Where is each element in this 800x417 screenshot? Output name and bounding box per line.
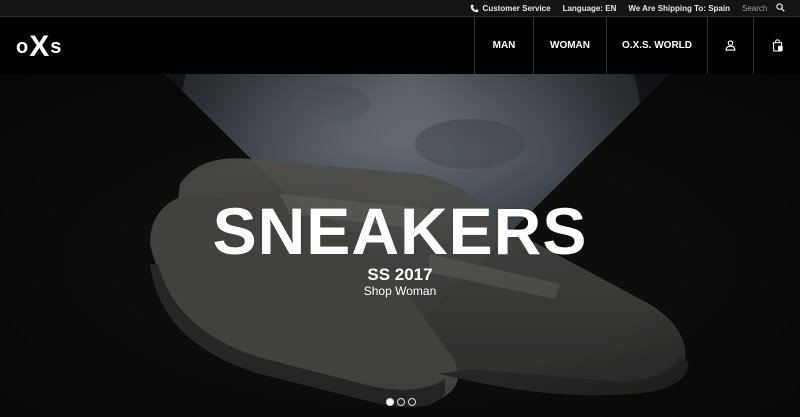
phone-icon (470, 4, 478, 12)
carousel-dot-3[interactable] (408, 398, 416, 406)
account-button[interactable] (707, 17, 753, 74)
hero-subtitle: SS 2017 (367, 265, 433, 284)
hero-banner[interactable]: SNEAKERS SS 2017 Shop Woman (0, 74, 800, 417)
hero-title: SNEAKERS (212, 194, 588, 268)
nav-item-woman[interactable]: WOMAN (533, 17, 606, 74)
search-input[interactable] (742, 3, 770, 13)
carousel-dot-2[interactable] (397, 398, 405, 406)
customer-service-link[interactable]: Customer Service (470, 4, 551, 13)
main-nav: MAN WOMAN O.X.S. WORLD (474, 17, 800, 74)
language-selector[interactable]: Language: EN (563, 4, 617, 13)
carousel-dots (386, 398, 419, 406)
shop-woman-link[interactable]: Shop Woman (345, 284, 455, 298)
utility-bar: Customer Service Language: EN We Are Shi… (0, 0, 800, 17)
logo[interactable]: o X s (16, 30, 62, 63)
main-header: o X s MAN WOMAN O.X.S. WORLD (0, 17, 800, 74)
logo-letter-o: o (16, 36, 29, 58)
customer-service-label: Customer Service (482, 3, 551, 13)
search-icon[interactable] (776, 3, 786, 13)
logo-letter-x: X (29, 30, 50, 63)
carousel-dot-1[interactable] (386, 398, 394, 406)
user-icon (725, 40, 736, 51)
shopping-bag-icon (772, 39, 783, 52)
nav-item-man[interactable]: MAN (474, 17, 533, 74)
nav-item-oxs-world[interactable]: O.X.S. WORLD (606, 17, 707, 74)
logo-letter-s: s (50, 36, 62, 58)
cart-button[interactable] (753, 17, 800, 74)
shipping-country-selector[interactable]: We Are Shipping To: Spain (628, 4, 730, 13)
